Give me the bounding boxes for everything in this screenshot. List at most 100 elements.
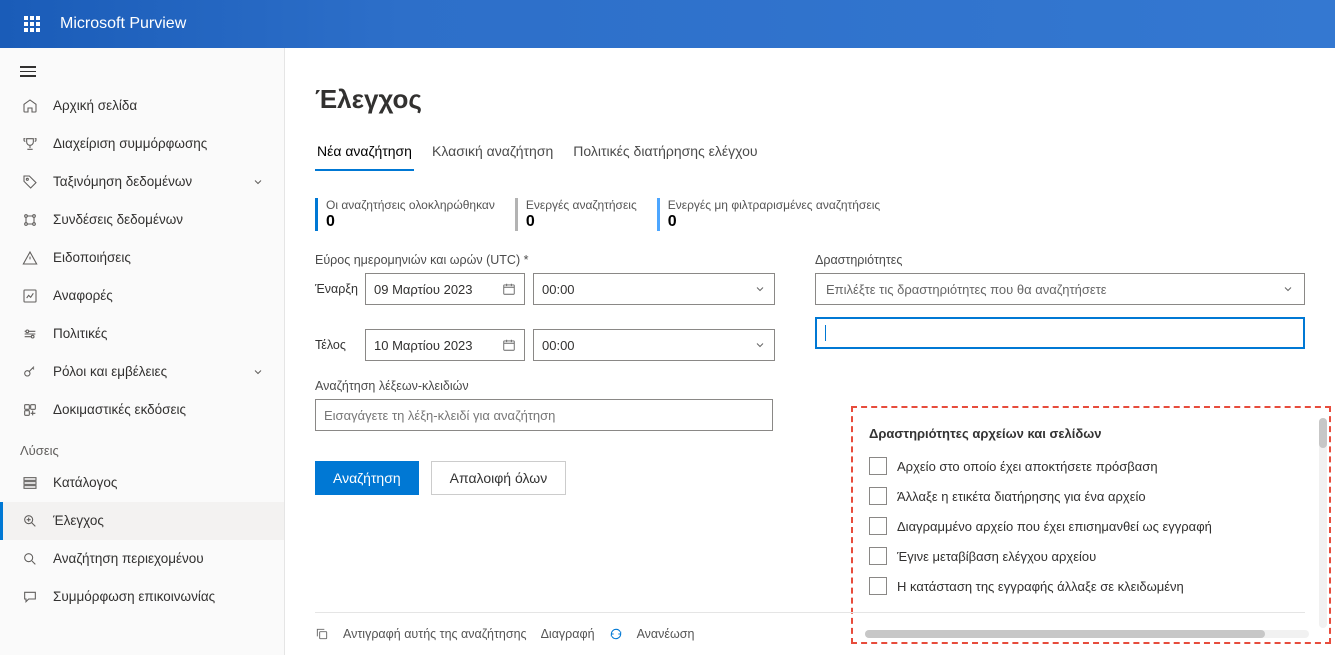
nav-label: Δοκιμαστικές εκδόσεις (53, 402, 264, 417)
refresh-button[interactable]: Ανανέωση (637, 627, 695, 641)
tab-new-search[interactable]: Νέα αναζήτηση (315, 137, 414, 171)
activities-select[interactable]: Επιλέξτε τις δραστηριότητες που θα αναζη… (815, 273, 1305, 305)
stat-unfiltered: Ενεργές μη φιλτραρισμένες αναζητήσεις 0 (657, 198, 880, 231)
alert-icon (21, 249, 39, 267)
activity-label: Η κατάσταση της εγγραφής άλλαξε σε κλειδ… (897, 579, 1184, 594)
activity-label: Διαγραμμένο αρχείο που έχει επισημανθεί … (897, 519, 1212, 534)
activity-label: Αρχείο στο οποίο έχει αποκτήσετε πρόσβασ… (897, 459, 1158, 474)
stat-completed: Οι αναζητήσεις ολοκληρώθηκαν 0 (315, 198, 495, 231)
nav-trials[interactable]: Δοκιμαστικές εκδόσεις (0, 391, 284, 429)
nav-label: Συμμόρφωση επικοινωνίας (53, 589, 264, 604)
connections-icon (21, 211, 39, 229)
stat-value: 0 (668, 212, 880, 231)
start-time-value: 00:00 (542, 282, 575, 297)
end-date-value: 10 Μαρτίου 2023 (374, 338, 473, 353)
tab-retention-policies[interactable]: Πολιτικές διατήρησης ελέγχου (571, 137, 759, 171)
activity-option[interactable]: Άλλαξε η ετικέτα διατήρησης για ένα αρχε… (865, 481, 1317, 511)
search-button[interactable]: Αναζήτηση (315, 461, 419, 495)
end-date-input[interactable]: 10 Μαρτίου 2023 (365, 329, 525, 361)
keyword-field[interactable] (324, 408, 764, 423)
start-time-input[interactable]: 00:00 (533, 273, 775, 305)
checkbox[interactable] (869, 457, 887, 475)
tab-bar: Νέα αναζήτηση Κλασική αναζήτηση Πολιτικέ… (315, 137, 1305, 172)
keyword-label: Αναζήτηση λέξεων-κλειδιών (315, 379, 775, 393)
app-launcher-button[interactable] (8, 0, 56, 48)
chevron-down-icon (252, 176, 264, 188)
activity-option[interactable]: Διαγραμμένο αρχείο που έχει επισημανθεί … (865, 511, 1317, 541)
start-date-value: 09 Μαρτίου 2023 (374, 282, 473, 297)
app-header: Microsoft Purview (0, 0, 1335, 48)
stats-row: Οι αναζητήσεις ολοκληρώθηκαν 0 Ενεργές α… (315, 198, 1305, 231)
tag-icon (21, 173, 39, 191)
nav-label: Ταξινόμηση δεδομένων (53, 174, 238, 189)
checkbox[interactable] (869, 487, 887, 505)
trials-icon (21, 401, 39, 419)
reports-icon (21, 287, 39, 305)
activity-label: Έγινε μεταβίβαση ελέγχου αρχείου (897, 549, 1096, 564)
delete-button[interactable]: Διαγραφή (541, 627, 595, 641)
app-brand: Microsoft Purview (60, 15, 186, 33)
nav-comm-compliance[interactable]: Συμμόρφωση επικοινωνίας (0, 578, 284, 616)
sidebar: Αρχική σελίδα Διαχείριση συμμόρφωσης Ταξ… (0, 48, 285, 655)
nav-label: Ρόλοι και εμβέλειες (53, 364, 238, 379)
checkbox[interactable] (869, 547, 887, 565)
nav-audit[interactable]: Έλεγχος (0, 502, 284, 540)
stat-value: 0 (526, 212, 637, 231)
activity-option[interactable]: Αρχείο στο οποίο έχει αποκτήσετε πρόσβασ… (865, 451, 1317, 481)
search-icon (21, 550, 39, 568)
nav-label: Αναφορές (53, 288, 264, 303)
stat-label: Ενεργές αναζητήσεις (526, 198, 637, 212)
activities-placeholder: Επιλέξτε τις δραστηριότητες που θα αναζη… (826, 282, 1107, 297)
end-label: Τέλος (315, 338, 357, 352)
trophy-icon (21, 135, 39, 153)
vertical-scrollbar[interactable] (1319, 418, 1327, 628)
home-icon (21, 97, 39, 115)
activity-option[interactable]: Έγινε μεταβίβαση ελέγχου αρχείου (865, 541, 1317, 571)
copy-search-button[interactable]: Αντιγραφή αυτής της αναζήτησης (343, 627, 527, 641)
chevron-down-icon (754, 339, 766, 351)
start-label: Έναρξη (315, 282, 357, 296)
nav-label: Αρχική σελίδα (53, 98, 264, 113)
tab-classic-search[interactable]: Κλασική αναζήτηση (430, 137, 555, 171)
end-time-input[interactable]: 00:00 (533, 329, 775, 361)
activities-search-input[interactable] (815, 317, 1305, 349)
nav-compliance-management[interactable]: Διαχείριση συμμόρφωσης (0, 125, 284, 163)
refresh-icon (609, 627, 623, 641)
bottom-action-bar: Αντιγραφή αυτής της αναζήτησης Διαγραφή … (315, 612, 1305, 655)
nav-policies[interactable]: Πολιτικές (0, 315, 284, 353)
stat-label: Ενεργές μη φιλτραρισμένες αναζητήσεις (668, 198, 880, 212)
checkbox[interactable] (869, 577, 887, 595)
nav-alerts[interactable]: Ειδοποιήσεις (0, 239, 284, 277)
nav-roles[interactable]: Ρόλοι και εμβέλειες (0, 353, 284, 391)
sidebar-section-label: Λύσεις (0, 429, 284, 464)
chevron-down-icon (1282, 283, 1294, 295)
activity-label: Άλλαξε η ετικέτα διατήρησης για ένα αρχε… (897, 489, 1146, 504)
nav-label: Κατάλογος (53, 475, 264, 490)
activity-option[interactable]: Η κατάσταση της εγγραφής άλλαξε σε κλειδ… (865, 571, 1317, 601)
page-title: Έλεγχος (315, 84, 1305, 115)
nav-home[interactable]: Αρχική σελίδα (0, 87, 284, 125)
nav-label: Έλεγχος (53, 513, 264, 528)
nav-label: Διαχείριση συμμόρφωσης (53, 136, 264, 151)
nav-content-search[interactable]: Αναζήτηση περιεχομένου (0, 540, 284, 578)
clear-all-button[interactable]: Απαλοιφή όλων (431, 461, 567, 495)
sidebar-toggle-button[interactable] (0, 56, 284, 87)
chevron-down-icon (252, 366, 264, 378)
keyword-input[interactable] (315, 399, 773, 431)
start-date-input[interactable]: 09 Μαρτίου 2023 (365, 273, 525, 305)
nav-reports[interactable]: Αναφορές (0, 277, 284, 315)
main-content: Έλεγχος Νέα αναζήτηση Κλασική αναζήτηση … (285, 48, 1335, 655)
calendar-icon (502, 338, 516, 352)
dropdown-group-title: Δραστηριότητες αρχείων και σελίδων (865, 420, 1317, 451)
nav-data-classification[interactable]: Ταξινόμηση δεδομένων (0, 163, 284, 201)
nav-catalog[interactable]: Κατάλογος (0, 464, 284, 502)
key-icon (21, 363, 39, 381)
checkbox[interactable] (869, 517, 887, 535)
stat-active: Ενεργές αναζητήσεις 0 (515, 198, 637, 231)
audit-icon (21, 512, 39, 530)
stat-label: Οι αναζητήσεις ολοκληρώθηκαν (326, 198, 495, 212)
activities-dropdown-panel: Δραστηριότητες αρχείων και σελίδων Αρχεί… (851, 406, 1331, 644)
chevron-down-icon (754, 283, 766, 295)
nav-data-connections[interactable]: Συνδέσεις δεδομένων (0, 201, 284, 239)
range-label: Εύρος ημερομηνιών και ωρών (UTC) * (315, 253, 775, 267)
